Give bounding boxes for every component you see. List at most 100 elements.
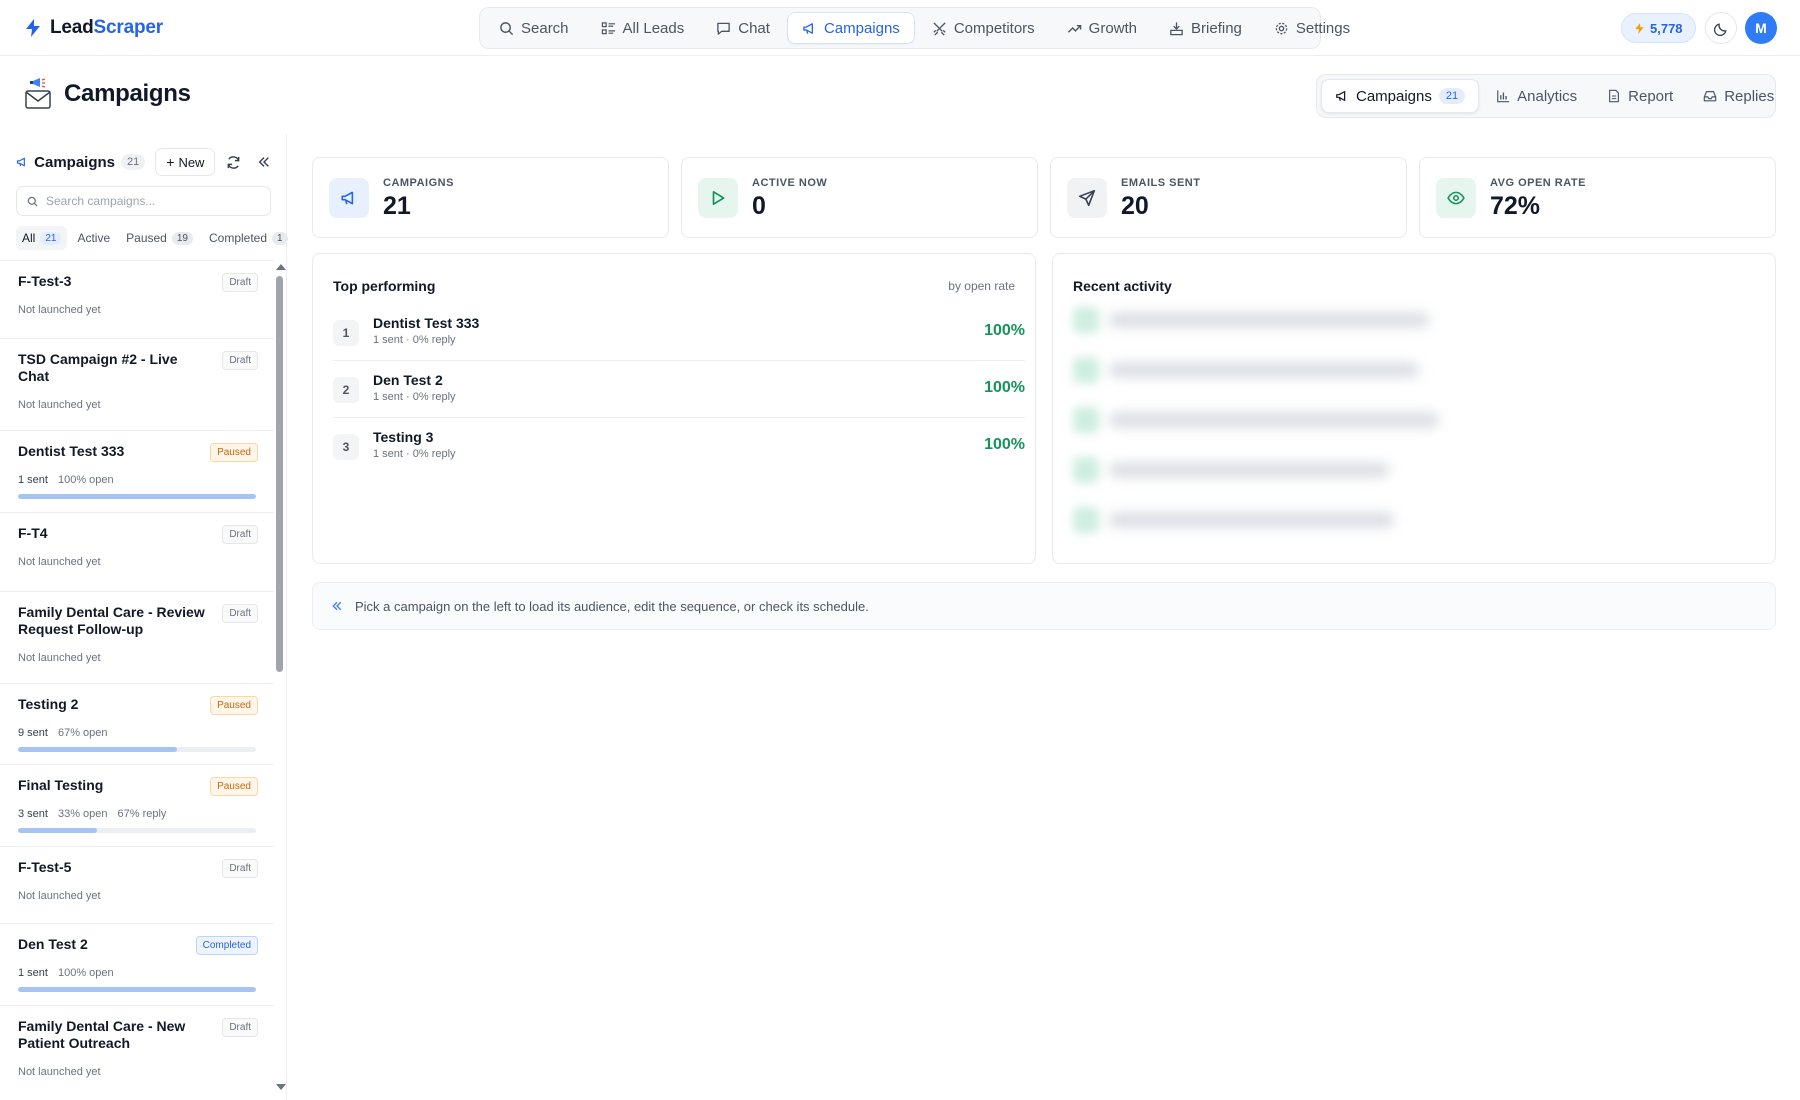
new-campaign-button[interactable]: + New	[155, 148, 216, 176]
chat-icon	[717, 22, 731, 35]
campaign-list-item[interactable]: Family Dental Care - New Patient Outreac…	[0, 1006, 274, 1094]
top-performing-panel: Top performing by open rate 1 Dentist Te…	[312, 253, 1036, 564]
scrollbar-thumb[interactable]	[276, 276, 283, 672]
campaign-meta: Not launched yet	[18, 399, 101, 411]
recent-activity-panel: Recent activity	[1052, 253, 1776, 564]
nav-chat[interactable]: Chat	[701, 12, 785, 44]
blurred-activity-line	[1109, 513, 1394, 527]
nav-settings[interactable]: Settings	[1259, 12, 1365, 44]
campaign-meta: 1 sent · 0% reply	[373, 334, 456, 346]
nav-campaigns[interactable]: Campaigns	[786, 12, 915, 44]
stat-label: ACTIVE NOW	[752, 177, 828, 189]
campaign-meta: Not launched yet	[18, 890, 101, 902]
nav-briefing[interactable]: Briefing	[1154, 12, 1257, 44]
campaign-sidebar: Campaigns 21 + New All21 Active Paused19…	[0, 134, 288, 1100]
stat-value: 20	[1121, 192, 1149, 220]
campaign-list-item[interactable]: F-T4 Draft Not launched yet	[0, 513, 274, 592]
sidebar-scrollbar[interactable]	[274, 260, 286, 1094]
sidebar-title: Campaigns	[34, 153, 115, 171]
stat-icon	[698, 178, 738, 218]
rank-badge: 2	[333, 377, 359, 403]
sidebar-count: 21	[121, 154, 146, 170]
campaign-name: Den Test 2	[373, 372, 443, 388]
stat-value: 72%	[1490, 192, 1541, 220]
blurred-activity-icon	[1073, 507, 1099, 533]
campaign-meta: Not launched yet	[18, 1066, 101, 1078]
avatar[interactable]: M	[1745, 12, 1777, 44]
collapse-sidebar-button[interactable]	[252, 148, 276, 176]
lightning-icon	[1635, 22, 1644, 34]
brand-logo[interactable]: LeadScraper	[24, 14, 163, 42]
tab-replies[interactable]: Replies	[1690, 79, 1787, 113]
stat-card-avg-open-rate: AVG OPEN RATE 72%	[1419, 157, 1776, 238]
nav-growth[interactable]: Growth	[1052, 12, 1152, 44]
scroll-down-arrow[interactable]	[276, 1084, 286, 1090]
search-icon	[500, 21, 514, 35]
status-badge: Draft	[222, 859, 258, 878]
refresh-button[interactable]	[221, 148, 245, 176]
document-icon	[1609, 89, 1620, 103]
panel-title: Top performing	[333, 278, 436, 294]
sent-count: 3 sent	[18, 808, 48, 820]
blurred-activity-line	[1109, 363, 1419, 377]
top-campaign-row[interactable]: 3 Testing 3 1 sent · 0% reply 100%	[333, 418, 1025, 475]
open-rate: 33% open	[57, 808, 108, 820]
campaign-meta: Not launched yet	[18, 556, 101, 568]
top-campaign-row[interactable]: 2 Den Test 2 1 sent · 0% reply 100%	[333, 361, 1025, 418]
campaign-name: TSD Campaign #2 - Live Chat	[18, 351, 178, 384]
campaign-search[interactable]	[16, 186, 271, 216]
tab-analytics[interactable]: Analytics	[1483, 79, 1590, 113]
tab-campaigns[interactable]: Campaigns 21	[1321, 79, 1480, 113]
main-nav: Search All Leads Chat Campaigns Competit…	[479, 7, 1350, 49]
bar-chart-icon	[1497, 90, 1510, 103]
campaign-list-item[interactable]: Final Testing Paused 3 sent 33% open 67% r…	[0, 765, 274, 847]
sent-count: 1 sent	[18, 474, 48, 486]
refresh-icon	[227, 155, 240, 169]
stat-card-active-now: ACTIVE NOW 0	[681, 157, 1038, 238]
campaign-name: Final Testing	[18, 777, 104, 793]
credits-badge[interactable]: 5,778	[1621, 13, 1696, 43]
progress-fill	[18, 494, 256, 499]
filter-all[interactable]: All 21	[16, 226, 68, 250]
open-rate: 100%	[984, 379, 1025, 396]
search-input[interactable]	[46, 194, 246, 208]
campaign-name: F-Test-5	[18, 859, 72, 875]
filter-active[interactable]: Active	[71, 226, 116, 250]
top-campaign-row[interactable]: 1 Dentist Test 333 1 sent · 0% reply 100…	[333, 304, 1025, 361]
blurred-activity-line	[1109, 413, 1439, 427]
campaign-list-item[interactable]: F-Test-5 Draft Not launched yet	[0, 847, 274, 924]
swords-icon	[933, 21, 946, 36]
filter-completed[interactable]: Completed 1	[203, 226, 294, 250]
nav-all-leads[interactable]: All Leads	[586, 12, 700, 44]
theme-toggle-button[interactable]	[1705, 12, 1737, 44]
status-badge: Paused	[210, 443, 258, 462]
blurred-activity-line	[1109, 313, 1429, 327]
campaign-list-item[interactable]: Testing 2 Paused 9 sent 67% open	[0, 684, 274, 765]
filter-paused[interactable]: Paused 19	[120, 226, 199, 250]
campaign-list-item[interactable]: Dentist Test 333 Paused 1 sent 100% open	[0, 431, 274, 513]
progress-fill	[18, 987, 256, 992]
view-tabs: Campaigns 21 Analytics Report Replies	[1316, 74, 1776, 118]
nav-search[interactable]: Search	[484, 12, 584, 44]
stat-icon	[1436, 178, 1476, 218]
scroll-up-arrow[interactable]	[276, 264, 286, 270]
status-badge: Paused	[210, 777, 258, 796]
progress-bar	[18, 747, 256, 752]
hint-text: Pick a campaign on the left to load its …	[355, 598, 869, 614]
megaphone-icon	[803, 22, 813, 34]
panel-subtitle: by open rate	[948, 279, 1015, 293]
nav-competitors[interactable]: Competitors	[917, 12, 1050, 44]
chevrons-left-icon	[258, 157, 269, 167]
campaign-list-item[interactable]: F-Test-3 Draft Not launched yet	[0, 261, 274, 339]
stat-label: EMAILS SENT	[1121, 177, 1201, 189]
campaign-list-item[interactable]: Den Test 2 Completed 1 sent 100% open	[0, 924, 274, 1006]
campaign-list-item[interactable]: TSD Campaign #2 - Live Chat Draft Not la…	[0, 339, 274, 431]
campaign-list-item[interactable]: Family Dental Care - Review Request Foll…	[0, 592, 274, 684]
eye-icon	[1447, 191, 1465, 205]
plus-icon: +	[166, 154, 175, 170]
campaign-name: Testing 2	[18, 696, 79, 712]
blurred-activity-icon	[1073, 357, 1099, 383]
tab-report[interactable]: Report	[1594, 79, 1686, 113]
blurred-activity-icon	[1073, 457, 1099, 483]
stat-card-campaigns: CAMPAIGNS 21	[312, 157, 669, 238]
